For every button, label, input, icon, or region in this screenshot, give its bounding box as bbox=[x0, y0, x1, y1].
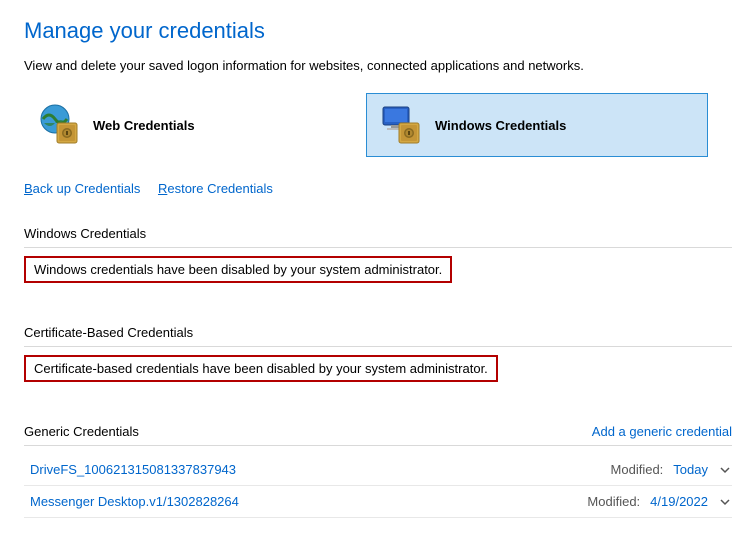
section-windows-credentials: Windows Credentials Windows credentials … bbox=[24, 226, 732, 307]
add-generic-credential-link[interactable]: Add a generic credential bbox=[592, 424, 732, 439]
page-description: View and delete your saved logon informa… bbox=[24, 58, 732, 73]
credential-row[interactable]: Messenger Desktop.v1/1302828264 Modified… bbox=[24, 486, 732, 518]
modified-label: Modified: bbox=[611, 462, 664, 477]
credential-date: Today bbox=[673, 462, 708, 477]
generic-credentials-header: Generic Credentials Add a generic creden… bbox=[24, 424, 732, 446]
credential-links: Back up Credentials Restore Credentials bbox=[24, 181, 732, 196]
credential-tabs: Web Credentials Windows Credentials bbox=[24, 93, 732, 157]
tab-web-credentials[interactable]: Web Credentials bbox=[24, 93, 366, 157]
credential-name: DriveFS_100621315081337837943 bbox=[30, 462, 236, 477]
windows-credentials-disabled-notice: Windows credentials have been disabled b… bbox=[24, 256, 452, 283]
page-title: Manage your credentials bbox=[24, 18, 732, 44]
tab-web-label: Web Credentials bbox=[93, 118, 195, 133]
tab-windows-credentials[interactable]: Windows Credentials bbox=[366, 93, 708, 157]
certificate-credentials-header: Certificate-Based Credentials bbox=[24, 325, 732, 347]
chevron-down-icon bbox=[718, 464, 732, 476]
tab-windows-label: Windows Credentials bbox=[435, 118, 566, 133]
windows-credentials-header: Windows Credentials bbox=[24, 226, 732, 248]
backup-credentials-link[interactable]: Back up Credentials bbox=[24, 181, 140, 196]
section-generic-credentials: Generic Credentials Add a generic creden… bbox=[24, 424, 732, 518]
credential-row[interactable]: DriveFS_100621315081337837943 Modified: … bbox=[24, 454, 732, 486]
restore-credentials-link[interactable]: Restore Credentials bbox=[158, 181, 273, 196]
certificate-credentials-disabled-notice: Certificate-based credentials have been … bbox=[24, 355, 498, 382]
monitor-safe-icon bbox=[377, 101, 425, 149]
section-certificate-credentials: Certificate-Based Credentials Certificat… bbox=[24, 325, 732, 406]
globe-safe-icon bbox=[35, 101, 83, 149]
